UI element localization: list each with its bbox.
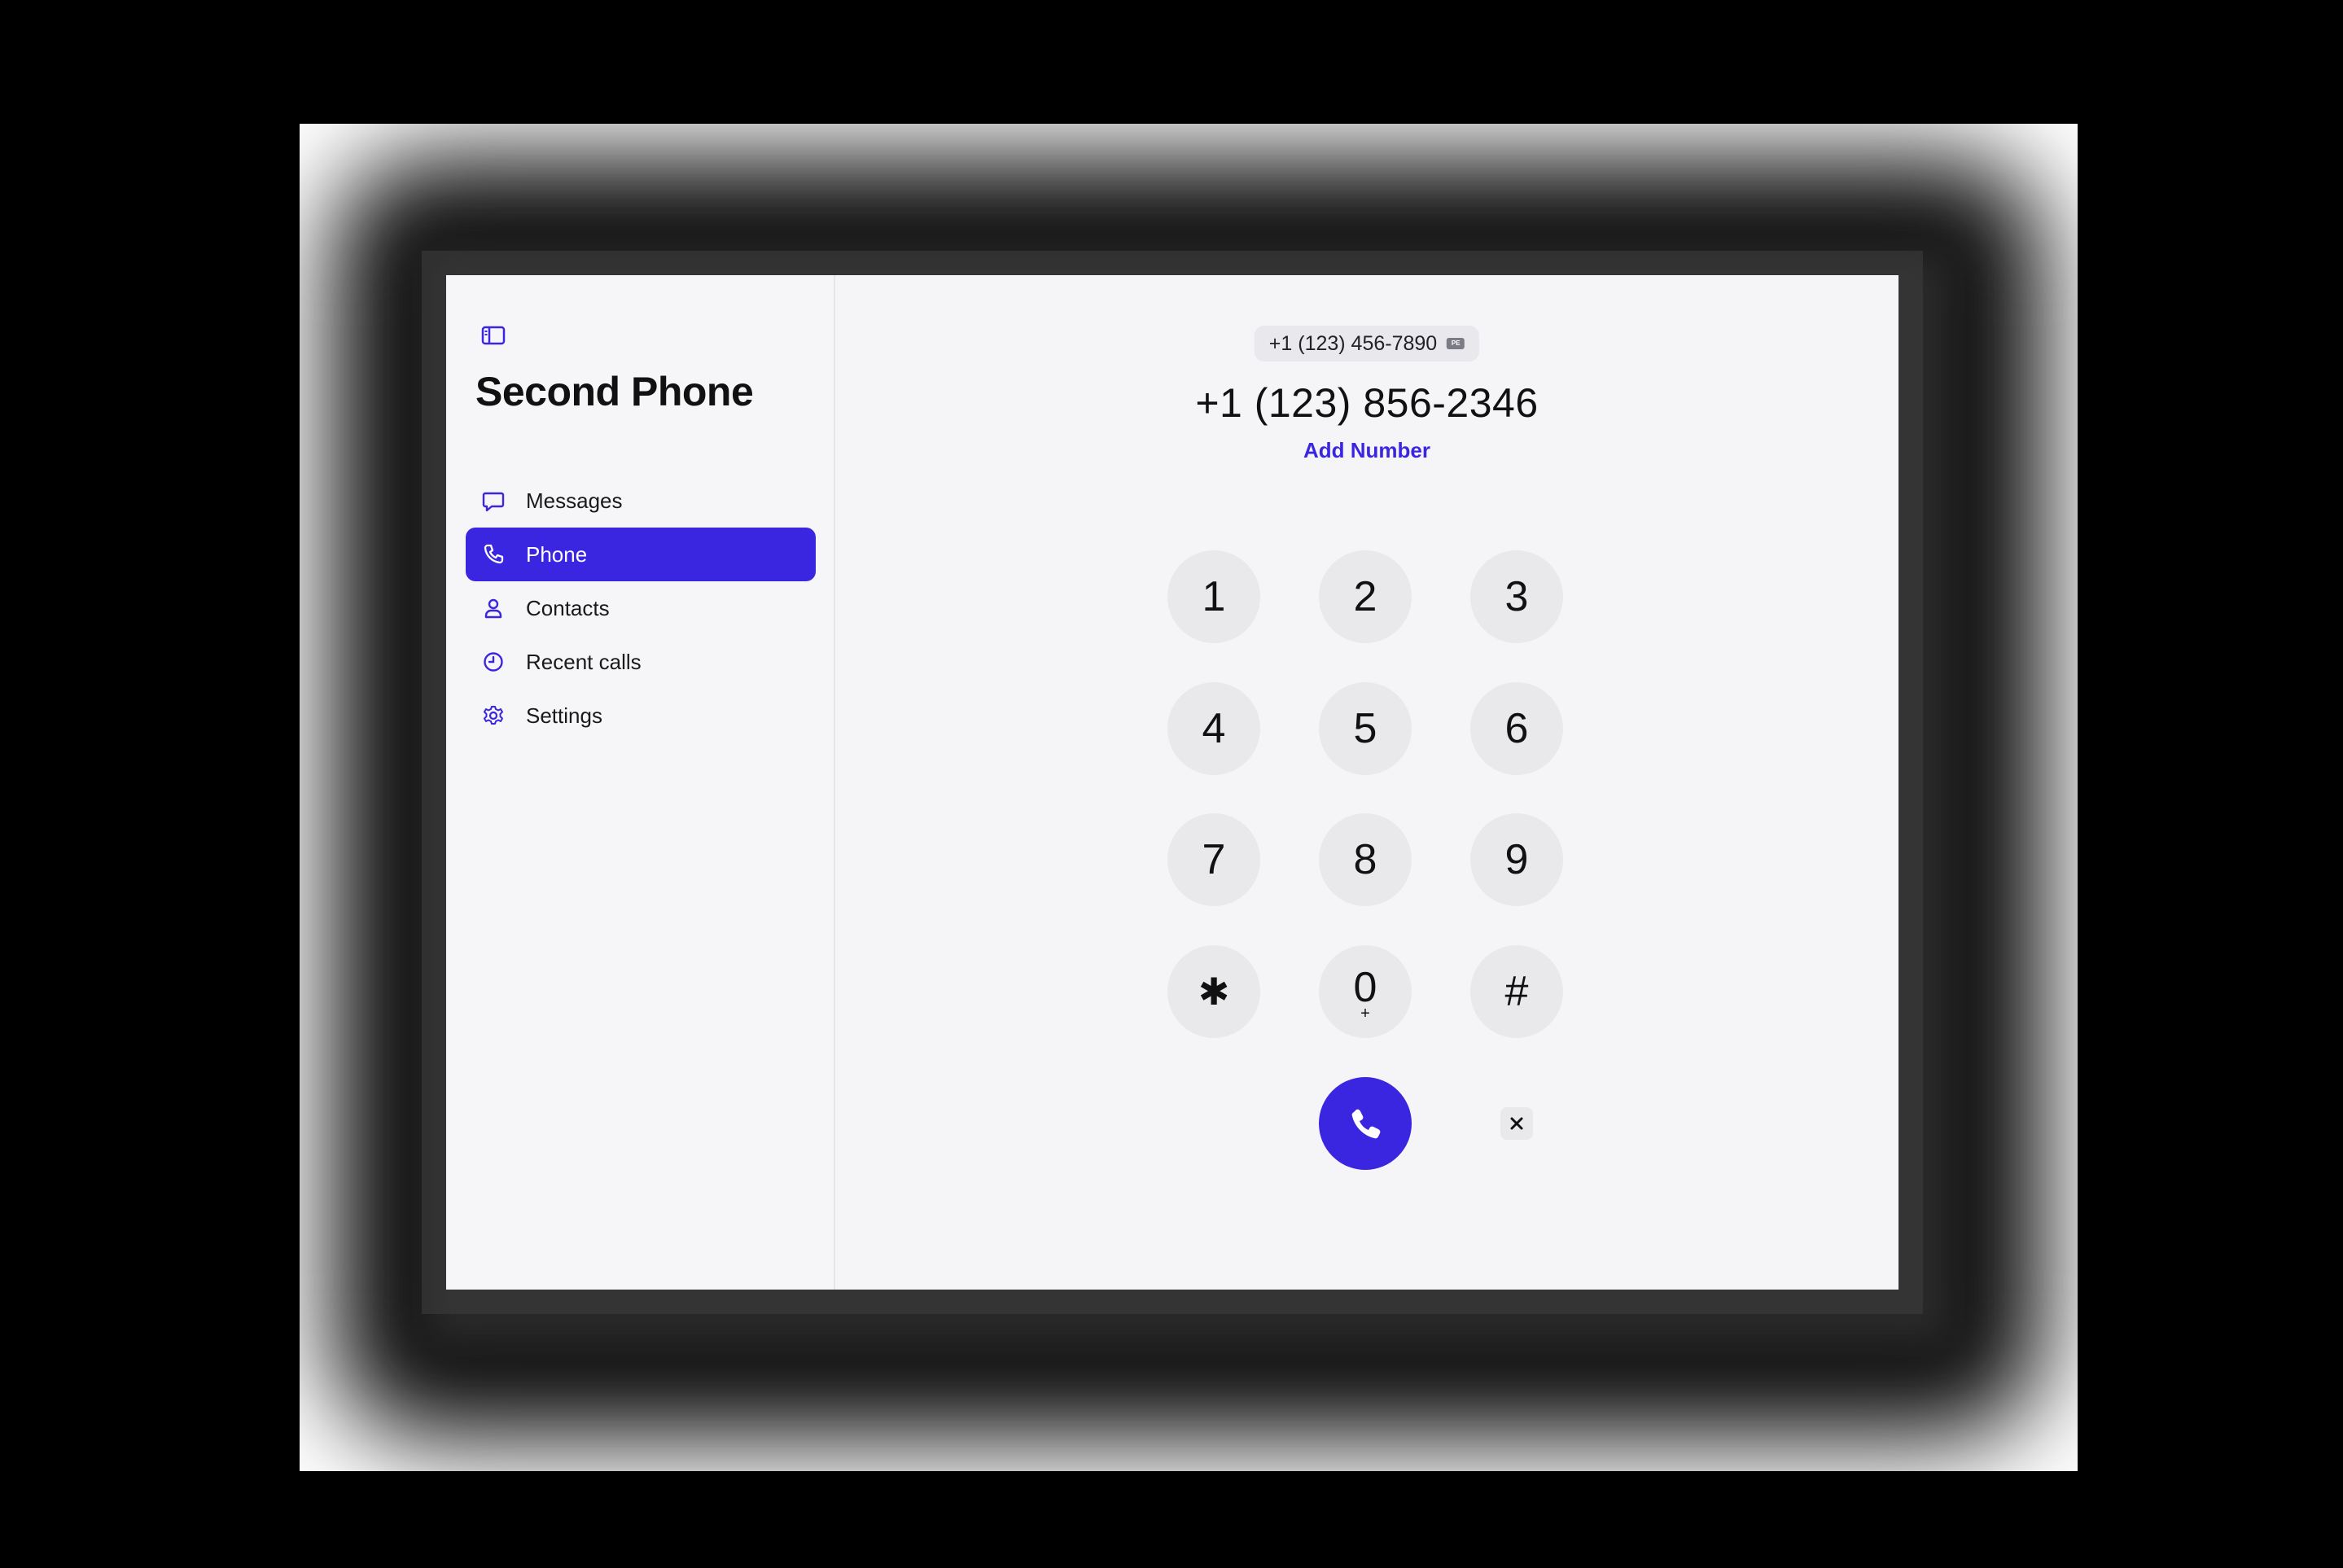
- call-button[interactable]: [1319, 1077, 1412, 1170]
- key-digit: 9: [1504, 836, 1529, 883]
- message-bubble-icon: [480, 488, 506, 514]
- delete-button[interactable]: [1500, 1107, 1533, 1140]
- sidebar-item-contacts[interactable]: Contacts: [466, 581, 816, 635]
- sidebar-item-label: Messages: [526, 488, 623, 513]
- key-9[interactable]: 9: [1470, 813, 1563, 906]
- sidebar-item-phone[interactable]: Phone: [466, 528, 816, 581]
- sidebar-item-recent-calls[interactable]: Recent calls: [466, 635, 816, 689]
- country-flag-icon: PE: [1447, 338, 1465, 349]
- key-digit: 8: [1353, 836, 1377, 883]
- key-digit: 2: [1353, 573, 1377, 620]
- key-star[interactable]: ✱: [1167, 945, 1260, 1038]
- sidebar-item-label: Recent calls: [526, 649, 642, 674]
- person-icon: [480, 595, 506, 621]
- caller-id-selector[interactable]: +1 (123) 456-7890 PE: [1254, 326, 1480, 361]
- sidebar-item-messages[interactable]: Messages: [466, 474, 816, 528]
- dialer-panel: +1 (123) 456-7890 PE +1 (123) 856-2346 A…: [835, 275, 1898, 1290]
- key-digit: 6: [1504, 705, 1529, 752]
- key-digit: 4: [1202, 705, 1226, 752]
- key-1[interactable]: 1: [1167, 550, 1260, 643]
- key-8[interactable]: 8: [1319, 813, 1412, 906]
- key-4[interactable]: 4: [1167, 682, 1260, 775]
- phone-icon: [1351, 1109, 1381, 1139]
- clock-icon: [480, 649, 506, 675]
- close-icon: [1510, 1117, 1523, 1130]
- key-7[interactable]: 7: [1167, 813, 1260, 906]
- caller-id-number: +1 (123) 456-7890: [1268, 331, 1438, 355]
- sidebar-item-label: Phone: [526, 541, 588, 567]
- app-window: Second Phone Messages Phone Contacts Rec…: [446, 275, 1898, 1290]
- key-digit: #: [1504, 968, 1529, 1015]
- sidebar-item-label: Contacts: [526, 595, 610, 620]
- gear-icon: [480, 703, 506, 729]
- sidebar-nav: Messages Phone Contacts Recent calls Set…: [466, 474, 816, 742]
- key-6[interactable]: 6: [1470, 682, 1563, 775]
- key-0[interactable]: 0 +: [1319, 945, 1412, 1038]
- dialed-number: +1 (123) 856-2346: [1195, 380, 1539, 426]
- app-title: Second Phone: [475, 369, 754, 414]
- key-digit: 7: [1202, 836, 1226, 883]
- key-3[interactable]: 3: [1470, 550, 1563, 643]
- sidebar: Second Phone Messages Phone Contacts Rec…: [446, 275, 835, 1290]
- key-5[interactable]: 5: [1319, 682, 1412, 775]
- sidebar-item-label: Settings: [526, 703, 602, 728]
- key-digit: 1: [1202, 573, 1226, 620]
- key-hash[interactable]: #: [1470, 945, 1563, 1038]
- key-digit: ✱: [1198, 970, 1230, 1013]
- key-2[interactable]: 2: [1319, 550, 1412, 643]
- add-number-link[interactable]: Add Number: [1303, 438, 1430, 463]
- sidebar-item-settings[interactable]: Settings: [466, 689, 816, 742]
- phone-icon: [480, 541, 506, 567]
- key-subtext: +: [1360, 1005, 1370, 1023]
- key-digit: 5: [1353, 705, 1377, 752]
- key-digit: 3: [1504, 573, 1529, 620]
- sidebar-toggle-icon[interactable]: [480, 324, 506, 347]
